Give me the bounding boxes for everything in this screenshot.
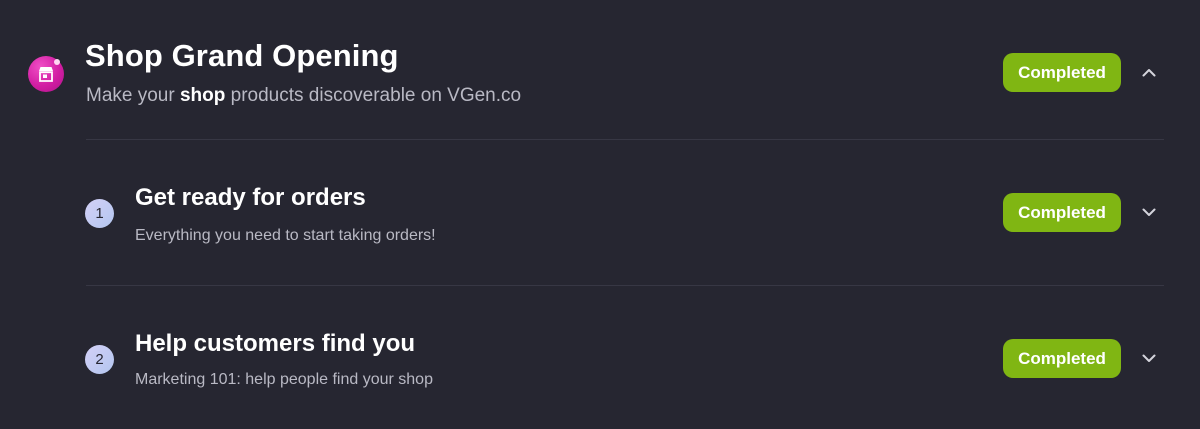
step-title: Get ready for orders [135, 184, 366, 211]
step-description: Everything you need to start taking orde… [135, 227, 436, 244]
section-subtitle: Make your shop products discoverable on … [86, 85, 521, 107]
section-header[interactable]: Shop Grand Opening Make your shop produc… [0, 0, 1200, 140]
subtitle-emphasis: shop [179, 85, 226, 106]
status-badge: Completed [1003, 339, 1121, 378]
chevron-down-icon[interactable] [1139, 348, 1159, 368]
shop-grand-opening-panel: Shop Grand Opening Make your shop produc… [0, 0, 1200, 429]
divider [86, 285, 1164, 286]
icon-notification-dot [54, 59, 60, 65]
section-title: Shop Grand Opening [85, 38, 399, 73]
status-badge: Completed [1003, 53, 1121, 92]
divider [86, 139, 1164, 140]
step-number-badge: 2 [85, 345, 114, 374]
status-badge: Completed [1003, 193, 1121, 232]
step-description: Marketing 101: help people find your sho… [135, 371, 433, 388]
step-title: Help customers find you [135, 330, 416, 357]
shop-storefront-icon [28, 56, 64, 92]
step-number-badge: 1 [85, 199, 114, 228]
chevron-down-icon[interactable] [1139, 202, 1159, 222]
chevron-up-icon[interactable] [1139, 63, 1159, 83]
subtitle-prefix: Make your [86, 85, 180, 106]
subtitle-suffix: products discoverable on VGen.co [225, 85, 522, 106]
